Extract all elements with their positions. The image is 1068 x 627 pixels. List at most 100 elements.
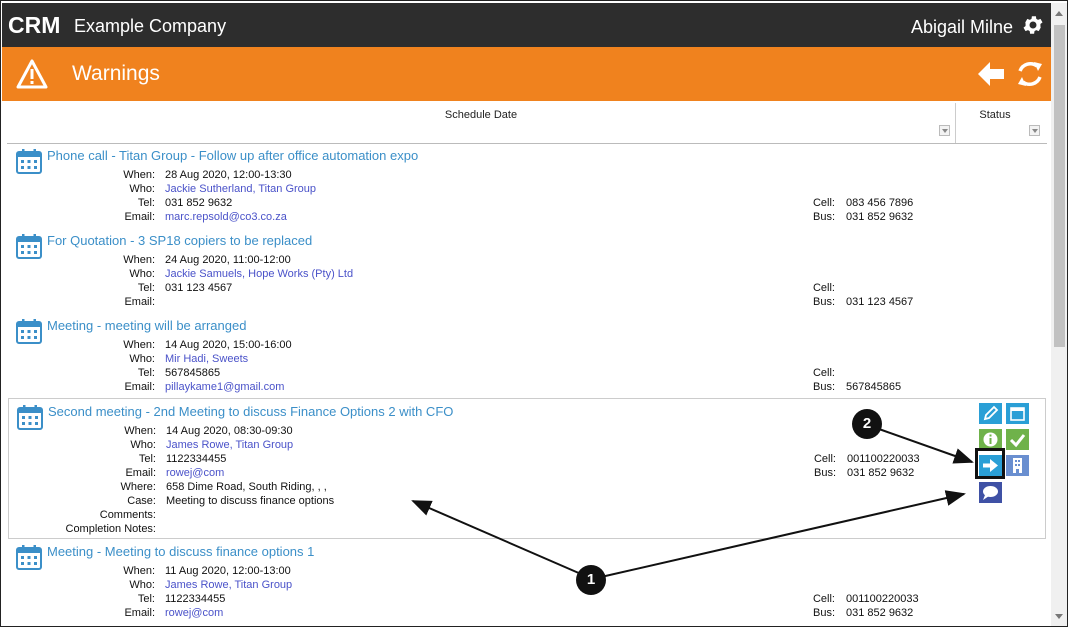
info-icon[interactable] xyxy=(979,429,1002,450)
email-label: Email: xyxy=(124,296,155,308)
bus-value: 031 123 4567 xyxy=(846,296,914,308)
tel-label: Tel: xyxy=(137,282,155,294)
when-label: When: xyxy=(123,254,155,266)
cell-label: Cell: xyxy=(812,197,835,209)
who-label: Who: xyxy=(129,268,155,280)
logo-text: CRM xyxy=(8,14,60,36)
edit-icon[interactable] xyxy=(979,403,1002,424)
tel-value: 031 123 4567 xyxy=(165,282,233,294)
list-item[interactable]: For Quotation - 3 SP18 copiers to be rep… xyxy=(8,228,1046,313)
bus-label: Bus: xyxy=(812,381,835,393)
scroll-down-icon[interactable] xyxy=(1055,614,1063,619)
record-title[interactable]: Second meeting - 2nd Meeting to discuss … xyxy=(48,404,453,419)
callout-2: 2 xyxy=(852,409,882,439)
cell-label: Cell: xyxy=(812,282,835,294)
tel-value: 567845865 xyxy=(165,367,221,379)
email-link[interactable]: rowej@com xyxy=(166,467,224,479)
bus-value: 031 852 9632 xyxy=(846,607,914,619)
when-value: 11 Aug 2020, 12:00-13:00 xyxy=(165,565,291,577)
record-title[interactable]: Phone call - Titan Group - Follow up aft… xyxy=(47,148,418,163)
who-label: Who: xyxy=(129,579,155,591)
case-label: Case: xyxy=(127,495,156,507)
when-label: When: xyxy=(123,565,155,577)
when-value: 14 Aug 2020, 08:30-09:30 xyxy=(166,425,293,437)
bus-label: Bus: xyxy=(812,296,835,308)
bus-label: Bus: xyxy=(812,607,835,619)
when-label: When: xyxy=(124,425,156,437)
email-link[interactable]: pillaykame1@gmail.com xyxy=(165,381,284,393)
when-label: When: xyxy=(123,169,155,181)
bus-value: 031 852 9632 xyxy=(847,467,915,479)
record-title[interactable]: For Quotation - 3 SP18 copiers to be rep… xyxy=(47,233,312,248)
who-link[interactable]: James Rowe, Titan Group xyxy=(166,439,293,451)
cell-label: Cell: xyxy=(812,593,835,605)
when-value: 14 Aug 2020, 15:00-16:00 xyxy=(165,339,292,351)
who-label: Who: xyxy=(129,353,155,365)
company-building-icon[interactable] xyxy=(1006,455,1029,476)
app-window: CRM Example Company Abigail Milne Warnin… xyxy=(0,0,1068,627)
email-link[interactable]: marc.repsold@co3.co.za xyxy=(165,211,287,223)
email-label: Email: xyxy=(124,211,155,223)
chat-icon[interactable] xyxy=(979,482,1002,503)
when-value: 24 Aug 2020, 11:00-12:00 xyxy=(165,254,291,266)
tel-value: 1122334455 xyxy=(166,453,227,465)
company-name: Example Company xyxy=(74,16,227,36)
bus-value: 567845865 xyxy=(846,381,902,393)
bus-value: 031 852 9632 xyxy=(846,211,914,223)
who-label: Who: xyxy=(130,439,156,451)
cell-value: 001100220033 xyxy=(847,453,920,465)
calendar-icon[interactable] xyxy=(1006,403,1029,424)
selected-list-item[interactable]: Second meeting - 2nd Meeting to discuss … xyxy=(8,398,1046,539)
column-header: Schedule Date Status xyxy=(7,103,1047,144)
email-label: Email: xyxy=(124,381,155,393)
cell-value: 001100220033 xyxy=(846,593,919,605)
record-title[interactable]: Meeting - meeting will be arranged xyxy=(47,318,246,333)
cell-label: Cell: xyxy=(813,453,836,465)
scroll-thumb[interactable] xyxy=(1054,25,1065,347)
comments-label: Comments: xyxy=(99,509,156,521)
email-label: Email: xyxy=(125,467,156,479)
schedule-date-dropdown-icon[interactable] xyxy=(939,125,950,136)
tel-label: Tel: xyxy=(137,593,155,605)
email-link[interactable]: rowej@com xyxy=(165,607,223,619)
refresh-icon[interactable] xyxy=(1015,59,1045,89)
crm-logo: CRM xyxy=(8,14,60,36)
scroll-up-icon[interactable] xyxy=(1055,11,1063,16)
tel-label: Tel: xyxy=(138,453,156,465)
list-item[interactable]: Meeting - meeting will be arranged When:… xyxy=(8,313,1046,398)
list-item[interactable]: Phone call - Titan Group - Follow up aft… xyxy=(8,143,1046,228)
check-icon[interactable] xyxy=(1006,429,1029,450)
status-column-header[interactable]: Status xyxy=(956,109,1034,121)
record-title[interactable]: Meeting - Meeting to discuss finance opt… xyxy=(47,544,314,559)
schedule-date-column-header[interactable]: Schedule Date xyxy=(7,109,955,121)
who-link[interactable]: Jackie Sutherland, Titan Group xyxy=(165,183,316,195)
vertical-scrollbar[interactable] xyxy=(1051,3,1067,626)
tel-label: Tel: xyxy=(137,367,155,379)
warning-icon xyxy=(16,59,48,89)
cell-value: 083 456 7896 xyxy=(846,197,914,209)
list-item[interactable]: Meeting - Meeting to discuss finance opt… xyxy=(8,539,1046,624)
where-value: 658 Dime Road, South Riding, , , xyxy=(166,481,327,493)
page-title: Warnings xyxy=(72,62,160,85)
when-label: When: xyxy=(123,339,155,351)
email-label: Email: xyxy=(124,607,155,619)
tel-label: Tel: xyxy=(137,197,155,209)
completion-notes-label: Completion Notes: xyxy=(65,523,157,535)
who-link[interactable]: Jackie Samuels, Hope Works (Pty) Ltd xyxy=(165,268,353,280)
cell-label: Cell: xyxy=(812,367,835,379)
tel-value: 031 852 9632 xyxy=(165,197,233,209)
back-arrow-icon[interactable] xyxy=(976,59,1006,89)
top-bar: CRM Example Company Abigail Milne xyxy=(2,3,1051,47)
page-title-bar: Warnings xyxy=(2,47,1051,101)
case-value: Meeting to discuss finance options xyxy=(166,495,335,507)
user-name[interactable]: Abigail Milne xyxy=(911,17,1013,38)
highlighted-action-box xyxy=(975,448,1005,479)
callout-1: 1 xyxy=(576,565,606,595)
who-link[interactable]: Mir Hadi, Sweets xyxy=(165,353,248,365)
where-label: Where: xyxy=(120,481,156,493)
bus-label: Bus: xyxy=(813,467,836,479)
when-value: 28 Aug 2020, 12:00-13:30 xyxy=(165,169,292,181)
gear-icon[interactable] xyxy=(1021,13,1045,37)
who-link[interactable]: James Rowe, Titan Group xyxy=(165,579,292,591)
status-dropdown-icon[interactable] xyxy=(1029,125,1040,136)
